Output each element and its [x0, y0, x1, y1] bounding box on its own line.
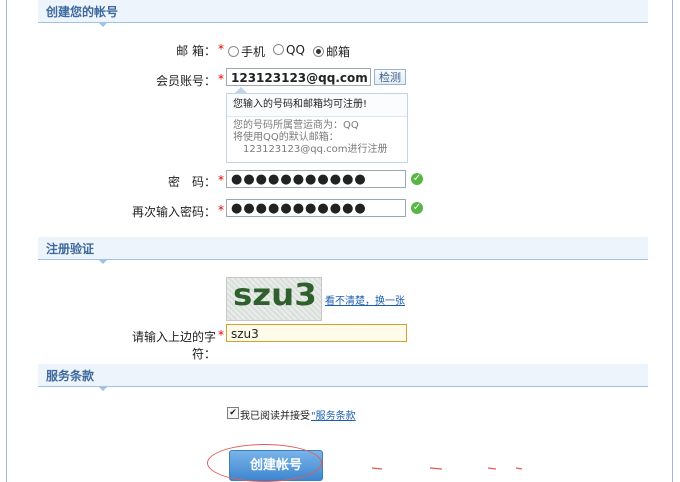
tip-body: 您的号码所属营运商为：QQ 将使用QQ的默认邮箱： 123123123@qq.c…: [227, 117, 407, 159]
tip-headline: 您输入的号码和邮箱均可注册!: [227, 94, 407, 117]
required-mark: *: [218, 42, 224, 56]
radio-label: 手机: [241, 45, 266, 59]
account-input[interactable]: 123123123@qq.com: [226, 68, 371, 86]
email-type-label-text: 邮 箱：: [176, 44, 216, 58]
agree-checkbox[interactable]: ✔: [227, 407, 239, 419]
section-header-terms: 服务条款: [38, 364, 648, 391]
radio-label: QQ: [286, 43, 305, 57]
section-arrow: [98, 259, 108, 264]
check-button[interactable]: 检测: [374, 69, 406, 85]
section-title: 创建您的帐号: [46, 5, 119, 19]
radio-phone[interactable]: 手机: [228, 43, 265, 60]
captcha-input[interactable]: szu3: [226, 324, 407, 342]
tip-arrow: [235, 87, 247, 93]
agree-text: 我已阅读并接受: [240, 411, 310, 422]
section-header-account: 创建您的帐号: [38, 0, 648, 27]
password-input[interactable]: ●●●●●●●●●●●: [226, 170, 406, 188]
radio-qq[interactable]: QQ: [273, 43, 305, 57]
highlight-annotation: [207, 444, 322, 482]
account-label: 会员账号：: [150, 72, 216, 89]
required-mark: *: [218, 203, 224, 217]
captcha-text: szu3: [233, 278, 317, 313]
valid-check-icon: ✓: [411, 173, 423, 185]
terms-link[interactable]: "服务条款: [311, 407, 356, 422]
password-confirm-label-text: 再次输入密码：: [131, 205, 216, 219]
email-type-label: 邮 箱：: [150, 42, 216, 59]
password-label-text: 密 码：: [167, 175, 216, 189]
tip-line: 将使用QQ的默认邮箱：: [233, 132, 339, 143]
tip-line: 您的号码所属营运商为：QQ: [233, 120, 359, 131]
section-arrow: [98, 386, 108, 391]
required-mark: *: [218, 173, 224, 187]
captcha-label: 请输入上边的字符：: [110, 328, 216, 362]
frame-right-border: [672, 0, 673, 482]
radio-label: 邮箱: [326, 45, 351, 59]
captcha-label-text: 请输入上边的字符：: [131, 330, 216, 361]
red-annotation-trace: [371, 467, 523, 470]
refresh-captcha-link[interactable]: 看不清楚，换一张: [325, 292, 405, 307]
radio-button[interactable]: [228, 46, 239, 57]
account-tip-box: 您输入的号码和邮箱均可注册! 您的号码所属营运商为：QQ 将使用QQ的默认邮箱：…: [226, 87, 408, 163]
section-header-verify: 注册验证: [38, 237, 648, 264]
section-title: 注册验证: [46, 242, 95, 256]
radio-button-selected[interactable]: [313, 46, 324, 57]
tip-line: 123123123@qq.com进行注册: [243, 144, 388, 155]
required-mark: *: [218, 328, 224, 342]
radio-email[interactable]: 邮箱: [313, 43, 350, 60]
valid-check-icon: ✓: [411, 202, 423, 214]
frame-left-border: [6, 0, 7, 482]
account-label-text: 会员账号：: [155, 74, 216, 88]
captcha-image: szu3: [226, 277, 322, 321]
section-arrow: [98, 22, 108, 27]
required-mark: *: [218, 72, 224, 86]
password-confirm-input[interactable]: ●●●●●●●●●●●: [226, 199, 406, 217]
section-title: 服务条款: [46, 369, 95, 383]
password-label: 密 码：: [150, 173, 216, 190]
radio-button[interactable]: [273, 44, 284, 55]
password-confirm-label: 再次输入密码：: [130, 203, 216, 220]
